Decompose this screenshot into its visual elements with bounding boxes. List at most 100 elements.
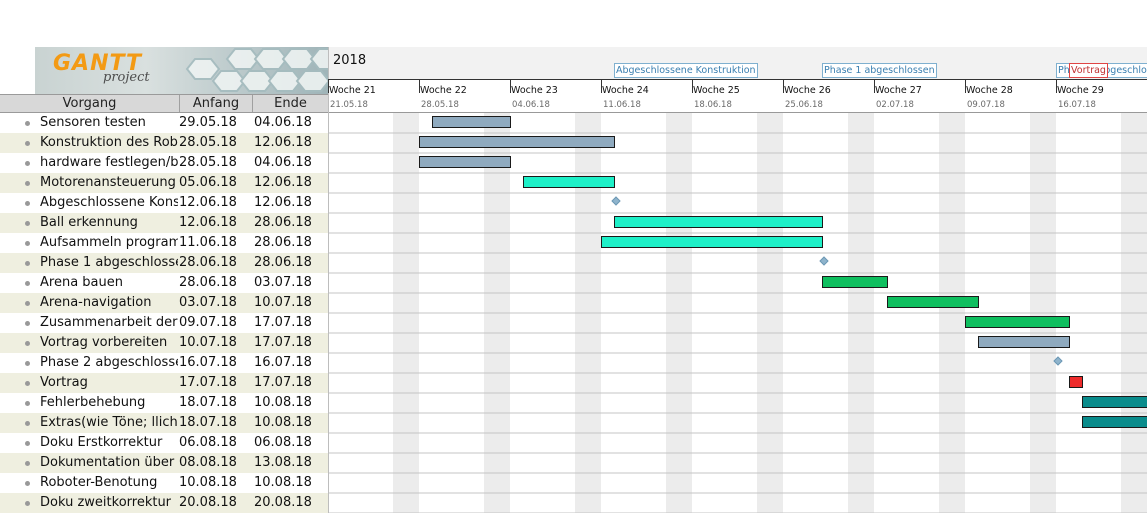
task-bullet-icon	[25, 341, 30, 346]
task-start-date: 28.06.18	[179, 275, 237, 290]
week-label: Woche 27	[875, 85, 922, 96]
task-start-date: 06.08.18	[179, 435, 237, 450]
task-name: Roboter-Benotung	[40, 475, 158, 490]
task-name: Aufsammeln programmieren	[40, 235, 178, 250]
task-bar	[432, 116, 511, 128]
table-row[interactable]: Roboter-Benotung 10.08.18 10.08.18	[0, 473, 328, 493]
task-name: Vortrag vorbereiten	[40, 335, 168, 350]
task-table-body: Sensoren testen 29.05.18 04.06.18 Konstrukt…	[0, 113, 328, 513]
task-end-date: 03.07.18	[254, 275, 312, 290]
task-bullet-icon	[25, 241, 30, 246]
task-end-date: 28.06.18	[254, 235, 312, 250]
column-header-end[interactable]: Ende	[252, 95, 328, 112]
task-bar	[965, 316, 1070, 328]
task-bar	[822, 276, 888, 288]
task-end-date: 10.08.18	[254, 415, 312, 430]
table-row[interactable]: Zusammenarbeit der Teile09.07.18 17.07.18	[0, 313, 328, 333]
gantt-chart-area[interactable]: 2018 Woche 21 21.05.18 Woche 22 28.05.18 Woc…	[328, 47, 1147, 513]
task-bar	[614, 216, 823, 228]
task-end-date: 04.06.18	[254, 155, 312, 170]
task-end-date: 04.06.18	[254, 115, 312, 130]
table-row[interactable]: Aufsammeln programmieren11.06.18 28.06.18	[0, 233, 328, 253]
task-start-date: 16.07.18	[179, 355, 237, 370]
milestone-caption: Vortrag	[1069, 63, 1108, 78]
task-start-date: 05.06.18	[179, 175, 237, 190]
task-end-date: 17.07.18	[254, 375, 312, 390]
table-row[interactable]: Motorenansteuerung 05.06.18 12.06.18	[0, 173, 328, 193]
task-name: Motorenansteuerung	[40, 175, 176, 190]
task-bullet-icon	[25, 221, 30, 226]
task-name: hardware festlegen/bestellen	[40, 155, 178, 170]
task-end-date: 12.06.18	[254, 135, 312, 150]
task-name: Zusammenarbeit der Teile	[40, 315, 178, 330]
task-end-date: 10.08.18	[254, 475, 312, 490]
task-start-date: 12.06.18	[179, 215, 237, 230]
task-start-date: 17.07.18	[179, 375, 237, 390]
task-bullet-icon	[25, 401, 30, 406]
week-date-label: 04.06.18	[512, 100, 550, 110]
table-row[interactable]: Sensoren testen 29.05.18 04.06.18	[0, 113, 328, 133]
task-name: Abgeschlossene Konstruktion	[40, 195, 178, 210]
week-label: Woche 23	[511, 85, 558, 96]
task-bullet-icon	[25, 181, 30, 186]
week-label: Woche 22	[420, 85, 467, 96]
table-row[interactable]: Doku zweitkorrektur 20.08.18 20.08.18	[0, 493, 328, 513]
task-bar	[523, 176, 615, 188]
column-header-task[interactable]: Vorgang	[0, 95, 179, 112]
task-bullet-icon	[25, 121, 30, 126]
table-row[interactable]: Ball erkennung 12.06.18 28.06.18	[0, 213, 328, 233]
table-row[interactable]: Phase 1 abgeschlossen 28.06.18 28.06.18	[0, 253, 328, 273]
task-end-date: 28.06.18	[254, 215, 312, 230]
task-name: Vortrag	[40, 375, 88, 390]
task-bullet-icon	[25, 421, 30, 426]
task-bar	[978, 336, 1070, 348]
task-bar	[1082, 416, 1147, 428]
table-row[interactable]: Dokumentation über Roboter08.08.18 13.08.…	[0, 453, 328, 473]
task-bar	[419, 156, 511, 168]
task-bar	[1069, 376, 1083, 388]
task-name: Phase 1 abgeschlossen	[40, 255, 178, 270]
week-label: Woche 21	[329, 85, 376, 96]
task-end-date: 16.07.18	[254, 355, 312, 370]
column-header-start[interactable]: Anfang	[179, 95, 252, 112]
table-row[interactable]: Fehlerbehebung 18.07.18 10.08.18	[0, 393, 328, 413]
task-end-date: 10.07.18	[254, 295, 312, 310]
table-row[interactable]: Abgeschlossene Konstruktion12.06.1812.06…	[0, 193, 328, 213]
task-name: Arena-navigation	[40, 295, 152, 310]
task-bar	[419, 136, 615, 148]
task-start-date: 12.06.18	[179, 195, 237, 210]
task-start-date: 10.07.18	[179, 335, 237, 350]
week-date-label: 09.07.18	[967, 100, 1005, 110]
task-bullet-icon	[25, 441, 30, 446]
week-date-label: 28.05.18	[421, 100, 459, 110]
milestone-caption: Phase 1 abgeschlossen	[822, 63, 937, 78]
table-row[interactable]: Extras(wie Töne; llicht) 18.07.18 10.08.18	[0, 413, 328, 433]
task-start-date: 28.05.18	[179, 135, 237, 150]
table-row[interactable]: Vortrag 17.07.18 17.07.18	[0, 373, 328, 393]
table-row[interactable]: Arena-navigation 03.07.18 10.07.18	[0, 293, 328, 313]
table-row[interactable]: Arena bauen 28.06.18 03.07.18	[0, 273, 328, 293]
task-name: Dokumentation über Roboter	[40, 455, 178, 470]
task-bullet-icon	[25, 301, 30, 306]
task-bullet-icon	[25, 261, 30, 266]
milestone-caption: Abgeschlossene Konstruktion	[614, 63, 758, 78]
task-bullet-icon	[25, 481, 30, 486]
ganttproject-logo: GANTT project	[35, 47, 328, 94]
week-label: Woche 28	[966, 85, 1013, 96]
task-start-date: 08.08.18	[179, 455, 237, 470]
week-date-label: 21.05.18	[330, 100, 368, 110]
chart-year-title: 2018	[333, 53, 367, 68]
task-name: Phase 2 abgeschlossen	[40, 355, 178, 370]
task-bullet-icon	[25, 141, 30, 146]
task-start-date: 18.07.18	[179, 395, 237, 410]
week-label: Woche 26	[784, 85, 831, 96]
week-date-label: 11.06.18	[603, 100, 641, 110]
table-row[interactable]: Phase 2 abgeschlossen 16.07.18 16.07.18	[0, 353, 328, 373]
table-row[interactable]: Vortrag vorbereiten 10.07.18 17.07.18	[0, 333, 328, 353]
table-row[interactable]: Doku Erstkorrektur 06.08.18 06.08.18	[0, 433, 328, 453]
week-date-label: 02.07.18	[876, 100, 914, 110]
table-row[interactable]: Konstruktion des Roboters28.05.18 12.06.1…	[0, 133, 328, 153]
table-row[interactable]: hardware festlegen/bestellen28.05.18 04.0…	[0, 153, 328, 173]
task-start-date: 03.07.18	[179, 295, 237, 310]
task-name: Arena bauen	[40, 275, 123, 290]
